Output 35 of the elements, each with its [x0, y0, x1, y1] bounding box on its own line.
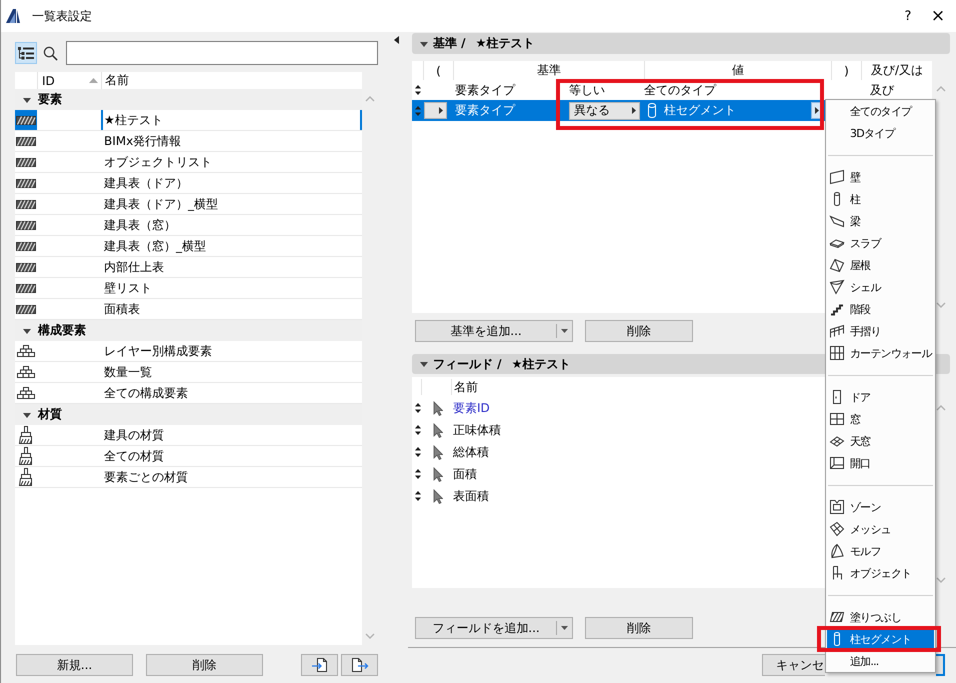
- schedule-name: ★柱テスト: [512, 356, 570, 372]
- schedule-name: 要素ごとの材質: [104, 468, 188, 486]
- group-label: 要素: [38, 91, 62, 108]
- field-name: 面積: [453, 466, 477, 482]
- table-cell: 要素タイプ: [455, 103, 515, 117]
- schedule-name: ★柱テスト: [104, 112, 163, 128]
- schedule-name: 内部仕上表: [104, 258, 164, 276]
- schedule-name: 建具表（窓）: [104, 216, 176, 234]
- schedule-name: 建具表（ドア）_横型: [104, 196, 218, 212]
- schedule-name: 全ての材質: [104, 448, 164, 464]
- window-title: 一覧表設定: [32, 8, 92, 24]
- schedule-name: 面積表: [104, 300, 140, 318]
- schedule-name: BIMx発行情報: [104, 132, 182, 150]
- schedule-name: 建具の材質: [104, 426, 164, 444]
- schedule-name: 全ての構成要素: [104, 384, 188, 402]
- field-name: 正味体積: [453, 422, 501, 438]
- field-name: 要素ID: [453, 400, 490, 416]
- schedule-name: 建具表（ドア）: [104, 174, 188, 192]
- section-title: フィールド /: [433, 356, 502, 372]
- table-cell: 全てのタイプ: [644, 82, 716, 98]
- section-title: 基準 /: [433, 35, 466, 52]
- table-cell: 及び: [870, 82, 894, 96]
- schedule-name: 建具表（窓）_横型: [104, 238, 206, 254]
- table-cell: 等しい: [569, 82, 605, 98]
- table-cell: 柱セグメント: [664, 102, 736, 119]
- table-cell: 要素タイプ: [455, 82, 515, 96]
- schedule-name: オブジェクトリスト: [104, 154, 212, 170]
- schedule-name: 壁リスト: [104, 280, 152, 296]
- group-label: 材質: [38, 406, 62, 423]
- field-name: 表面積: [453, 488, 489, 504]
- schedule-name: レイヤー別構成要素: [104, 342, 212, 360]
- field-name: 総体積: [453, 444, 489, 460]
- group-label: 構成要素: [38, 322, 86, 339]
- schedule-name: ★柱テスト: [476, 35, 534, 52]
- schedule-name: 数量一覧: [104, 364, 152, 380]
